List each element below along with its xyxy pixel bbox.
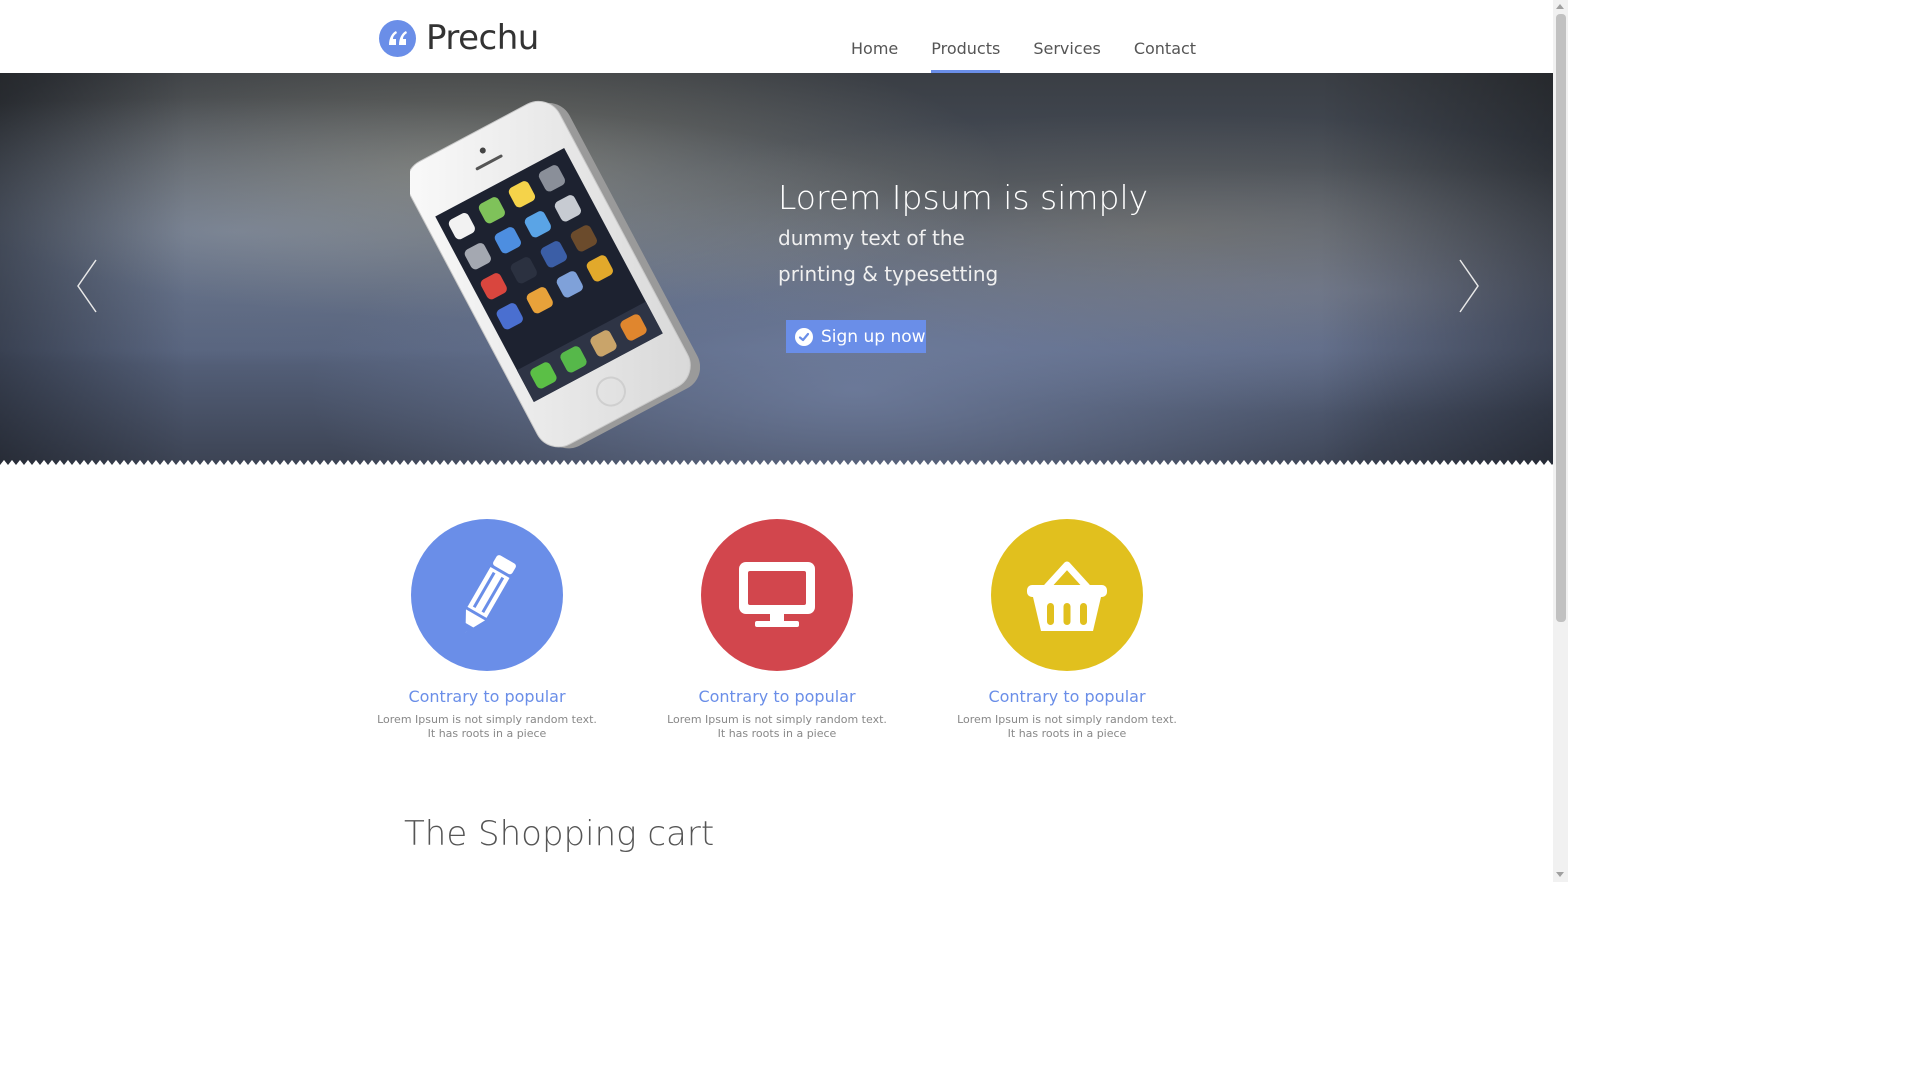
brand-name: Prechu [426,18,539,58]
feature-text: Lorem Ipsum is not simply random text. I… [377,713,597,740]
nav-contact[interactable]: Contact [1134,38,1196,73]
chevron-left-icon[interactable] [74,258,100,314]
main-nav: Home Products Services Contact [851,38,1196,73]
nav-products[interactable]: Products [931,38,1001,73]
pencil-icon[interactable] [411,519,563,671]
scrollbar-thumb[interactable] [1556,14,1566,622]
scroll-down-arrow-icon[interactable] [1556,872,1564,877]
quote-icon [379,19,416,57]
nav-home[interactable]: Home [851,38,898,73]
logo[interactable]: Prechu [379,18,539,58]
feature-card: Contrary to popular Lorem Ipsum is not s… [372,519,602,741]
monitor-icon[interactable] [701,519,853,671]
signup-label: Sign up now [821,326,926,347]
site-header: Prechu Home Products Services Contact [0,0,1553,73]
shopping-cart-heading: The Shopping cart [404,814,715,854]
feature-title: Contrary to popular [408,687,566,706]
chevron-right-icon[interactable] [1456,258,1482,314]
hero-subtitle-line2: printing & typesetting [778,262,999,286]
feature-card: Contrary to popular Lorem Ipsum is not s… [662,519,892,741]
feature-title: Contrary to popular [988,687,1146,706]
hero-slider [0,73,1553,469]
scroll-up-arrow-icon[interactable] [1556,4,1564,9]
hero-title: Lorem Ipsum is simply [778,178,1149,217]
phone-image [410,100,700,449]
basket-icon[interactable] [991,519,1143,671]
page-scrollbar[interactable] [1553,0,1568,882]
hero-subtitle-line1: dummy text of the [778,226,965,250]
feature-title: Contrary to popular [698,687,856,706]
check-circle-icon [795,327,813,346]
nav-services[interactable]: Services [1033,38,1100,73]
zigzag-divider [0,459,1553,471]
feature-text: Lorem Ipsum is not simply random text. I… [667,713,887,740]
feature-text: Lorem Ipsum is not simply random text. I… [957,713,1177,740]
signup-button[interactable]: Sign up now [786,320,926,353]
feature-card: Contrary to popular Lorem Ipsum is not s… [952,519,1182,741]
